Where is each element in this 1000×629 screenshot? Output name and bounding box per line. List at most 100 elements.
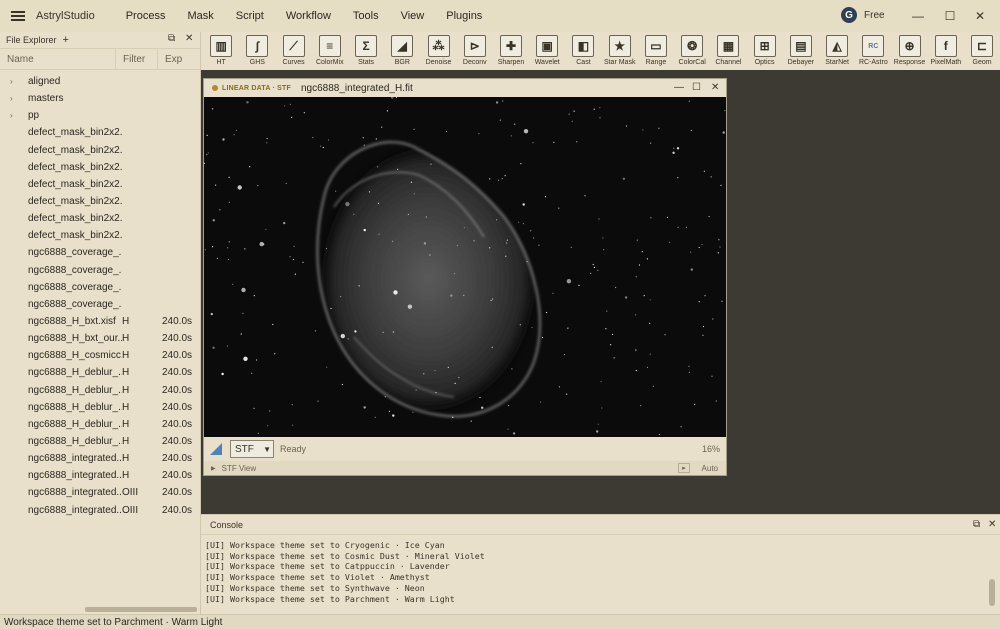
star (463, 294, 465, 296)
column-exp[interactable]: Exp (158, 48, 199, 70)
tool-range[interactable]: ▭ Range (638, 32, 674, 70)
file-item[interactable]: ngc6888_integrated... OIII 240.0s (0, 484, 200, 501)
file-item[interactable]: ngc6888_coverage_... (0, 296, 200, 313)
file-item[interactable]: ngc6888_H_bxt.xisf H 240.0s (0, 313, 200, 330)
tool-response[interactable]: ⊕ Response (891, 32, 927, 70)
stf-select[interactable]: STF ▼ (230, 440, 274, 458)
tool-pixelmath[interactable]: f PixelMath (928, 32, 964, 70)
expand-triangle-icon[interactable]: ▶ (211, 465, 216, 472)
close-panel-icon[interactable]: ✕ (988, 519, 996, 530)
folder-item[interactable]: › aligned (0, 73, 200, 90)
file-name: defect_mask_bin2x2... (28, 161, 122, 173)
file-item[interactable]: ngc6888_H_deblur_... H 240.0s (0, 416, 200, 433)
star (215, 184, 217, 186)
image-window[interactable]: LINEAR DATA · STF ngc6888_integrated_H.f… (203, 78, 727, 476)
maximize-icon[interactable]: ☐ (940, 6, 960, 26)
file-item[interactable]: ngc6888_H_cosmicc... H 240.0s (0, 347, 200, 364)
star (481, 406, 484, 409)
file-item[interactable]: ngc6888_H_bxt_our... H 240.0s (0, 330, 200, 347)
file-item[interactable]: ngc6888_integrated... H 240.0s (0, 467, 200, 484)
file-item[interactable]: defect_mask_bin2x2... (0, 142, 200, 159)
star (266, 142, 268, 144)
expand-chevron-icon[interactable]: › (0, 77, 28, 86)
float-panel-icon[interactable]: ⧉ (973, 519, 980, 530)
file-item[interactable]: defect_mask_bin2x2... (0, 193, 200, 210)
tool-stats[interactable]: Σ Stats (348, 32, 384, 70)
file-item[interactable]: defect_mask_bin2x2... (0, 176, 200, 193)
folder-item[interactable]: › pp (0, 107, 200, 124)
tool-bgr[interactable]: ◢ BGR (384, 32, 420, 70)
tool-channel[interactable]: ▦ Channel (710, 32, 746, 70)
file-item[interactable]: defect_mask_bin2x2... (0, 227, 200, 244)
tool-label: Response (893, 59, 926, 66)
file-item[interactable]: ngc6888_H_deblur_... H 240.0s (0, 382, 200, 399)
file-item[interactable]: ngc6888_coverage_... (0, 262, 200, 279)
maximize-icon[interactable]: ☐ (692, 82, 701, 93)
star (284, 105, 286, 107)
file-item[interactable]: ngc6888_coverage_... (0, 279, 200, 296)
menu-item-plugins[interactable]: Plugins (435, 10, 493, 22)
file-item[interactable]: ngc6888_H_deblur_... H 240.0s (0, 364, 200, 381)
auto-button[interactable]: Auto (702, 464, 718, 473)
tool-rc-astro[interactable]: RC RC-Astro (855, 32, 891, 70)
tool-colorcal[interactable]: ❂ ColorCal (674, 32, 710, 70)
menu-item-workflow[interactable]: Workflow (275, 10, 342, 22)
file-item[interactable]: ngc6888_integrated... OIII 240.0s (0, 502, 200, 519)
tool-optics[interactable]: ⊞ Optics (747, 32, 783, 70)
tool-deconv[interactable]: ⊳ Deconv (457, 32, 493, 70)
gradient-icon: ◢ (391, 35, 414, 57)
expand-chevron-icon[interactable]: › (0, 111, 28, 120)
tool-star-mask[interactable]: ★ Star Mask (602, 32, 638, 70)
file-item[interactable]: ngc6888_H_deblur_... H 240.0s (0, 399, 200, 416)
file-item[interactable]: ngc6888_coverage_... (0, 244, 200, 261)
file-item[interactable]: defect_mask_bin2x2... (0, 124, 200, 141)
folder-item[interactable]: › masters (0, 90, 200, 107)
menu-item-view[interactable]: View (390, 10, 436, 22)
file-item[interactable]: defect_mask_bin2x2... (0, 210, 200, 227)
tool-wavelet[interactable]: ▣ Wavelet (529, 32, 565, 70)
image-canvas[interactable] (204, 97, 726, 437)
tool-cast[interactable]: ◧ Cast (565, 32, 601, 70)
optics-icon: ⊞ (753, 35, 776, 57)
file-item[interactable]: defect_mask_bin2x2... (0, 159, 200, 176)
column-name[interactable]: Name (0, 48, 116, 70)
close-icon[interactable]: ✕ (711, 82, 719, 93)
add-icon[interactable]: + (63, 34, 69, 46)
expand-chevron-icon[interactable]: › (0, 94, 28, 103)
minimize-icon[interactable]: — (908, 6, 928, 26)
float-panel-icon[interactable]: ⧉ (168, 33, 175, 44)
menu-item-mask[interactable]: Mask (176, 10, 224, 22)
star (216, 257, 218, 259)
tool-ht[interactable]: ▥ HT (203, 32, 239, 70)
image-window-titlebar[interactable]: LINEAR DATA · STF ngc6888_integrated_H.f… (204, 79, 726, 97)
horizontal-scrollbar[interactable] (85, 607, 197, 612)
tool-starnet[interactable]: ◭ StarNet (819, 32, 855, 70)
console-title: Console (210, 519, 244, 530)
minimize-icon[interactable]: — (674, 82, 684, 93)
tool-sharpen[interactable]: ✚ Sharpen (493, 32, 529, 70)
file-item[interactable]: ngc6888_integrated... H 240.0s (0, 450, 200, 467)
tool-curves[interactable]: ⟋ Curves (275, 32, 311, 70)
tool-geom[interactable]: ⊏ Geom (964, 32, 1000, 70)
menu-item-tools[interactable]: Tools (342, 10, 390, 22)
close-icon[interactable]: ✕ (970, 6, 990, 26)
tool-ghs[interactable]: ∫ GHS (239, 32, 275, 70)
star (322, 146, 324, 149)
tool-debayer[interactable]: ▤ Debayer (783, 32, 819, 70)
user-area[interactable]: G Free (841, 7, 885, 23)
avatar[interactable]: G (841, 7, 857, 23)
histogram-toggle-icon[interactable]: ▸ (678, 463, 690, 473)
column-filter[interactable]: Filter (116, 48, 158, 70)
stf-triangle-icon[interactable] (210, 443, 222, 455)
hamburger-menu-icon[interactable] (0, 0, 36, 32)
tool-colormix[interactable]: ≡ ColorMix (312, 32, 348, 70)
star (382, 331, 384, 333)
file-item[interactable]: ngc6888_H_deblur_... H 240.0s (0, 433, 200, 450)
menu-item-process[interactable]: Process (115, 10, 177, 22)
close-panel-icon[interactable]: ✕ (185, 33, 193, 44)
tool-denoise[interactable]: ⁂ Denoise (420, 32, 456, 70)
star (249, 166, 251, 168)
vertical-scrollbar[interactable] (989, 579, 995, 606)
menu-item-script[interactable]: Script (225, 10, 275, 22)
file-name: ngc6888_H_deblur_... (28, 436, 122, 448)
